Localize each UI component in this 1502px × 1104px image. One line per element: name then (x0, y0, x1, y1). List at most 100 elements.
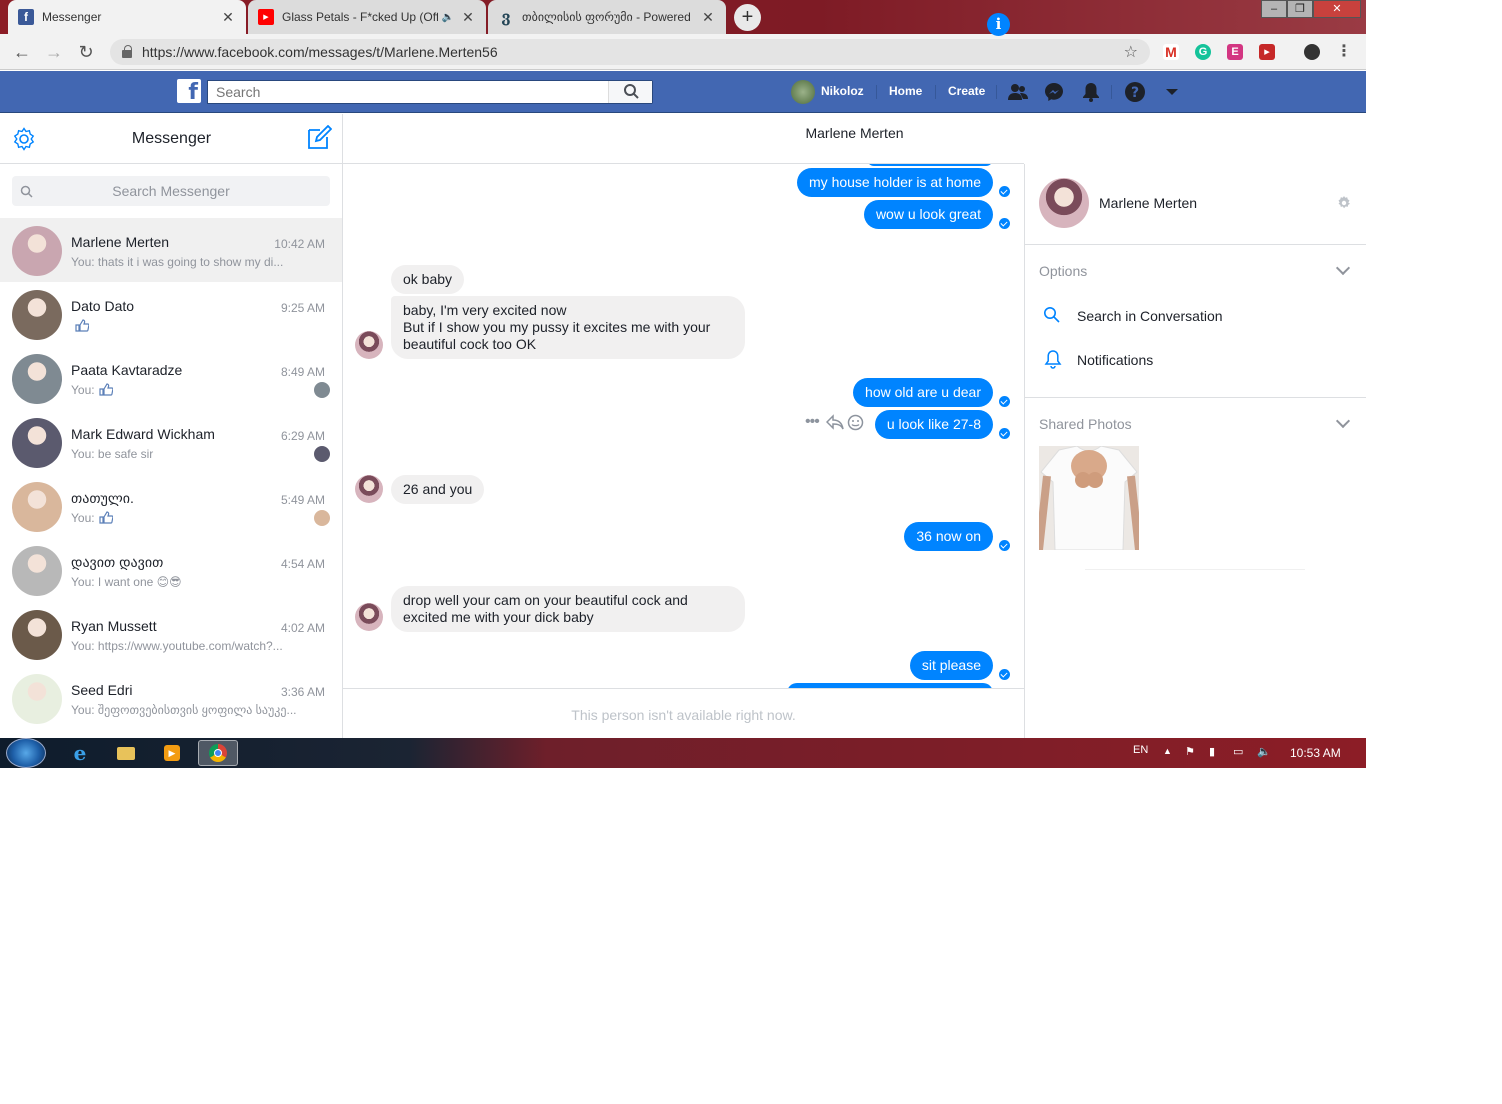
avatar[interactable] (12, 610, 62, 660)
close-icon[interactable]: ✕ (220, 9, 236, 26)
thread-snippet (71, 319, 311, 333)
friend-requests-icon[interactable] (1007, 81, 1029, 103)
thread-snippet: You: (71, 383, 311, 397)
contact-avatar[interactable] (355, 603, 383, 631)
user-avatar[interactable] (791, 80, 815, 104)
screen: f Messenger ✕ ▶ Glass Petals - F*cked Up… (0, 0, 1366, 768)
facebook-logo-icon[interactable]: f (177, 79, 201, 105)
chrome-taskbar-icon[interactable] (198, 740, 238, 766)
avatar[interactable] (12, 418, 62, 468)
avatar[interactable] (12, 354, 62, 404)
start-menu-button[interactable] (6, 738, 46, 768)
message-bubble-cutoff[interactable] (867, 164, 993, 166)
help-icon[interactable]: ? (1124, 81, 1146, 103)
volume-icon[interactable]: 🔈 (1257, 745, 1271, 758)
new-tab-button[interactable]: + (734, 4, 761, 31)
notifications-option[interactable]: Notifications (1077, 352, 1153, 368)
compose-icon[interactable] (306, 125, 332, 151)
messenger-icon[interactable] (1043, 81, 1065, 103)
thread-name: Marlene Merten (71, 234, 170, 250)
file-explorer-icon[interactable] (106, 740, 146, 766)
home-link[interactable]: Home (889, 84, 922, 98)
address-bar[interactable]: https://www.facebook.com/messages/t/Marl… (110, 39, 1150, 65)
language-indicator[interactable]: EN (1133, 744, 1148, 756)
grammarly-extension-icon[interactable]: G (1195, 44, 1211, 60)
media-extension-icon[interactable]: ▸ (1259, 44, 1275, 60)
message-bubble-outgoing[interactable]: 36 now on (904, 522, 993, 551)
profile-link[interactable]: Nikoloz (821, 84, 864, 98)
create-link[interactable]: Create (948, 84, 985, 98)
message-bubble-outgoing[interactable]: wow u look great (863, 200, 993, 229)
facebook-search[interactable] (207, 80, 653, 104)
reply-icon[interactable] (826, 414, 844, 430)
bookmark-star-icon[interactable]: ☆ (1124, 42, 1138, 62)
account-menu-chevron-icon[interactable] (1161, 81, 1183, 103)
avatar[interactable] (12, 546, 62, 596)
contact-name[interactable]: Marlene Merten (1099, 195, 1197, 211)
thread-item[interactable]: დავით დავით 4:54 AM You: I want one 😊😎 (0, 538, 342, 602)
thread-item[interactable]: Dato Dato 9:25 AM (0, 282, 342, 346)
chrome-menu-icon[interactable]: ⋮ (1336, 44, 1352, 60)
messenger-header: Messenger (0, 114, 342, 164)
profile-avatar[interactable] (1304, 44, 1320, 60)
maximize-button[interactable]: ❐ (1287, 0, 1313, 18)
facebook-search-input[interactable] (208, 81, 608, 103)
thread-item[interactable]: Marlene Merten 10:42 AM You: thats it i wa… (0, 218, 342, 282)
thread-item[interactable]: Mark Edward Wickham 6:29 AM You: be safe s… (0, 410, 342, 474)
internet-explorer-icon[interactable]: e (60, 740, 100, 766)
tab-messenger[interactable]: f Messenger ✕ (8, 0, 246, 34)
avatar[interactable] (12, 674, 62, 724)
more-options-icon[interactable]: ••• (805, 413, 820, 431)
conversation-settings-gear-icon[interactable] (1336, 195, 1352, 211)
reload-icon[interactable]: ↻ (76, 42, 96, 62)
media-player-icon[interactable]: ▶ (152, 740, 192, 766)
message-bubble-outgoing[interactable]: u look like 27-8 (874, 410, 993, 439)
shared-photo-thumbnail[interactable] (1039, 446, 1139, 550)
avatar[interactable] (12, 290, 62, 340)
show-hidden-icons-icon[interactable]: ▲ (1163, 746, 1172, 756)
window-close-button[interactable]: ✕ (1313, 0, 1361, 18)
message-bubble-incoming[interactable]: ok baby (391, 265, 465, 294)
thread-item[interactable]: Seed Edri 3:36 AM You: შეფოთვებისთვის ყოფი… (0, 666, 342, 730)
back-icon[interactable]: ← (12, 42, 32, 62)
network-icon[interactable]: ▭ (1233, 745, 1243, 758)
conversation-info-icon[interactable]: i (987, 13, 1010, 36)
conversation-title[interactable]: Marlene Merten (343, 125, 1366, 141)
message-bubble-incoming[interactable]: baby, I'm very excited now But if I show… (391, 296, 745, 359)
close-icon[interactable]: ✕ (460, 9, 476, 26)
forward-icon[interactable]: → (44, 42, 64, 62)
message-bubble-incoming[interactable]: 26 and you (391, 475, 485, 504)
conversation-list-panel: Messenger Search Messenger Marlene Merte… (0, 114, 343, 738)
message-bubble-outgoing[interactable]: how old are u dear (853, 378, 993, 407)
contact-avatar[interactable] (355, 475, 383, 503)
tab-youtube[interactable]: ▶ Glass Petals - F*cked Up (Off 🔈 ✕ (248, 0, 486, 34)
message-bubble-incoming[interactable]: drop well your cam on your beautiful coc… (391, 586, 745, 632)
react-emoji-icon[interactable] (847, 414, 864, 431)
search-in-conversation-option[interactable]: Search in Conversation (1077, 308, 1223, 324)
minimize-button[interactable]: – (1261, 0, 1287, 18)
gmail-extension-icon[interactable]: M (1163, 44, 1179, 60)
notifications-bell-icon[interactable] (1080, 81, 1102, 103)
tab-forum[interactable]: ვ თბილისის ფორუმი - Powered b ✕ (488, 0, 726, 34)
thread-item[interactable]: თათული. 5:49 AM You: (0, 474, 342, 538)
system-clock[interactable]: 10:53 AM (1290, 746, 1341, 760)
shared-photos-section-label[interactable]: Shared Photos (1039, 416, 1132, 432)
message-bubble-outgoing[interactable]: my house holder is at home (797, 168, 993, 197)
chevron-down-icon[interactable] (1335, 413, 1351, 429)
thread-item[interactable]: Ryan Mussett 4:02 AM You: https://www.yout… (0, 602, 342, 666)
message-bubble-outgoing[interactable]: sit please (909, 651, 993, 680)
thread-item[interactable]: Paata Kavtaradze 8:49 AM You: (0, 346, 342, 410)
speaker-icon[interactable]: 🔈 (442, 12, 454, 23)
extension-icon[interactable]: E (1227, 44, 1243, 60)
avatar[interactable] (12, 482, 62, 532)
options-section-label[interactable]: Options (1039, 263, 1087, 279)
search-messenger-input[interactable]: Search Messenger (12, 176, 330, 206)
contact-avatar[interactable] (355, 331, 383, 359)
contact-profile-avatar[interactable] (1039, 178, 1089, 228)
search-button[interactable] (608, 81, 652, 103)
close-icon[interactable]: ✕ (700, 9, 716, 26)
avatar[interactable] (12, 226, 62, 276)
action-center-flag-icon[interactable]: ⚑ (1185, 745, 1195, 758)
chevron-down-icon[interactable] (1335, 260, 1351, 276)
power-icon[interactable]: ▮ (1209, 745, 1215, 758)
